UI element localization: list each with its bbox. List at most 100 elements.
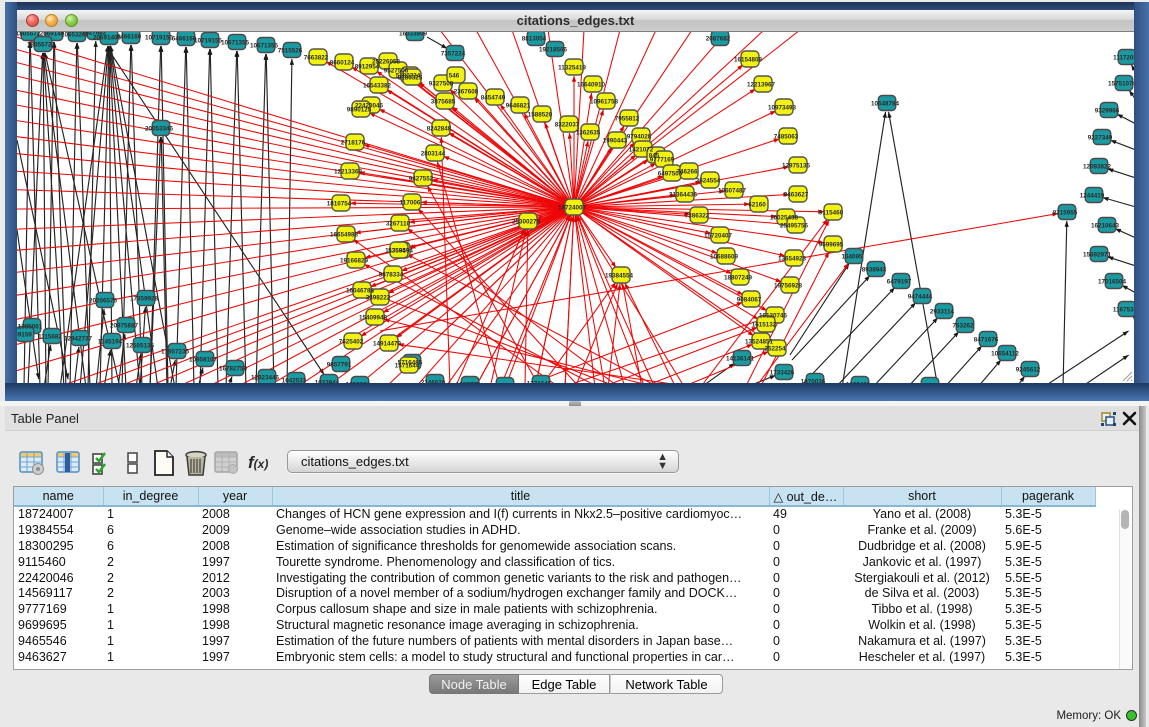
svg-text:8938943: 8938943: [862, 267, 887, 274]
svg-text:16782759: 16782759: [219, 366, 248, 373]
svg-text:546: 546: [449, 73, 460, 80]
svg-text:8454749: 8454749: [481, 95, 506, 102]
svg-text:12923446: 12923446: [251, 375, 280, 382]
svg-text:1571644: 1571644: [395, 363, 420, 370]
svg-text:25495756: 25495756: [780, 223, 809, 230]
svg-text:117006: 117006: [400, 200, 421, 207]
svg-text:763262: 763262: [952, 323, 974, 330]
svg-text:13654923: 13654923: [778, 256, 807, 263]
svg-text:10654112: 10654112: [991, 351, 1019, 358]
svg-text:1990443: 1990443: [603, 138, 628, 145]
svg-text:2803144: 2803144: [421, 151, 446, 158]
svg-text:19384554: 19384554: [605, 273, 634, 280]
svg-text:7357224: 7357224: [441, 51, 466, 58]
svg-text:1588520: 1588520: [528, 112, 553, 119]
svg-text:7386322: 7386322: [685, 213, 710, 220]
svg-text:1810754: 1810754: [327, 201, 352, 208]
svg-text:9777169: 9777169: [650, 157, 675, 164]
svg-text:1063411: 1063411: [846, 382, 871, 384]
svg-text:15409948: 15409948: [359, 315, 388, 322]
svg-text:164095: 164095: [841, 254, 863, 261]
svg-text:19166829: 19166829: [340, 258, 369, 265]
svg-text:16640910: 16640910: [577, 82, 606, 89]
svg-text:252254: 252254: [764, 346, 786, 353]
svg-text:9427552: 9427552: [409, 176, 434, 183]
svg-text:1167534: 1167534: [1113, 307, 1134, 314]
svg-text:20206576: 20206576: [89, 298, 118, 305]
svg-text:8186325: 8186325: [398, 75, 423, 82]
svg-text:1733426: 1733426: [770, 370, 795, 377]
svg-text:10719155: 10719155: [145, 35, 174, 42]
svg-text:11325419: 11325419: [558, 65, 586, 72]
svg-text:19756928: 19756928: [774, 283, 803, 290]
svg-text:3498222: 3498222: [366, 295, 391, 302]
svg-text:8215955: 8215955: [1053, 210, 1078, 217]
svg-text:3624554: 3624554: [696, 178, 721, 185]
svg-text:15751074: 15751074: [1108, 81, 1134, 88]
svg-text:8322037: 8322037: [555, 122, 580, 129]
svg-text:62160: 62160: [748, 202, 766, 209]
svg-text:16154808: 16154808: [734, 57, 763, 64]
svg-text:1115682: 1115682: [38, 334, 62, 341]
svg-text:21364436: 21364436: [669, 192, 698, 199]
svg-text:12505135: 12505135: [126, 343, 155, 350]
svg-text:1244419: 1244419: [1080, 193, 1105, 200]
svg-text:746266: 746266: [676, 169, 698, 176]
svg-text:18055721: 18055721: [27, 42, 56, 49]
svg-text:18724007: 18724007: [558, 205, 587, 212]
svg-text:25226058: 25226058: [372, 59, 401, 66]
svg-text:2933114: 2933114: [930, 309, 955, 316]
svg-text:8878334: 8878334: [379, 272, 404, 279]
svg-text:9329966: 9329966: [1095, 108, 1120, 115]
svg-text:9245012: 9245012: [916, 383, 941, 384]
svg-text:17957235: 17957235: [161, 349, 190, 356]
svg-text:1042533: 1042533: [282, 378, 307, 384]
svg-text:16543382: 16543382: [363, 83, 392, 90]
svg-text:7485063: 7485063: [774, 134, 799, 141]
svg-text:7625402: 7625402: [339, 339, 364, 346]
svg-text:16046788: 16046788: [346, 288, 375, 295]
svg-text:10025438: 10025438: [770, 215, 799, 222]
svg-text:6479197: 6479197: [887, 279, 912, 286]
svg-text:16654988: 16654988: [330, 232, 359, 239]
svg-text:8660124: 8660124: [330, 60, 355, 67]
svg-text:1145194: 1145194: [98, 339, 123, 346]
svg-text:16033809: 16033809: [399, 32, 428, 38]
svg-text:1615132: 1615132: [752, 322, 777, 329]
svg-text:9327508: 9327508: [429, 81, 454, 88]
svg-text:12942737: 12942737: [64, 336, 93, 343]
svg-text:1385061: 1385061: [18, 324, 43, 331]
svg-text:2367608: 2367608: [454, 89, 479, 96]
svg-text:9646821: 9646821: [506, 103, 531, 110]
svg-text:13524851: 13524851: [745, 339, 774, 346]
svg-text:12093822: 12093822: [1083, 164, 1112, 171]
svg-text:9474444: 9474444: [908, 294, 933, 301]
svg-text:1385775: 1385775: [456, 382, 481, 384]
svg-text:10961758: 10961758: [590, 99, 619, 106]
svg-text:10719155: 10719155: [194, 38, 223, 45]
svg-text:1371646: 1371646: [527, 381, 552, 384]
svg-text:17016504: 17016504: [1098, 279, 1127, 286]
svg-text:10671355: 10671355: [250, 43, 279, 50]
svg-text:12213369: 12213369: [334, 169, 363, 176]
svg-text:14136141: 14136141: [726, 356, 755, 363]
svg-text:7515526: 7515526: [278, 48, 303, 55]
svg-text:10688609: 10688609: [710, 254, 739, 261]
svg-text:8471676: 8471676: [974, 337, 999, 344]
svg-text:16210643: 16210643: [1091, 223, 1120, 230]
svg-text:19218506: 19218506: [539, 47, 568, 54]
svg-text:3875685: 3875685: [431, 99, 456, 106]
svg-text:1023944: 1023944: [315, 380, 340, 384]
svg-text:20053346: 20053346: [145, 126, 174, 133]
svg-text:7663822: 7663822: [304, 55, 329, 62]
svg-text:2718176: 2718176: [341, 140, 366, 147]
svg-text:3267110: 3267110: [386, 221, 411, 228]
svg-text:6466160: 6466160: [117, 34, 142, 41]
svg-text:39159: 39159: [17, 332, 32, 339]
svg-text:9457791: 9457791: [491, 383, 516, 384]
svg-text:9699695: 9699695: [819, 242, 844, 249]
svg-text:10648784: 10648784: [871, 101, 900, 108]
svg-text:1870036: 1870036: [801, 379, 826, 384]
svg-text:53594: 53594: [388, 248, 406, 255]
svg-text:9227349: 9227349: [1088, 135, 1113, 142]
